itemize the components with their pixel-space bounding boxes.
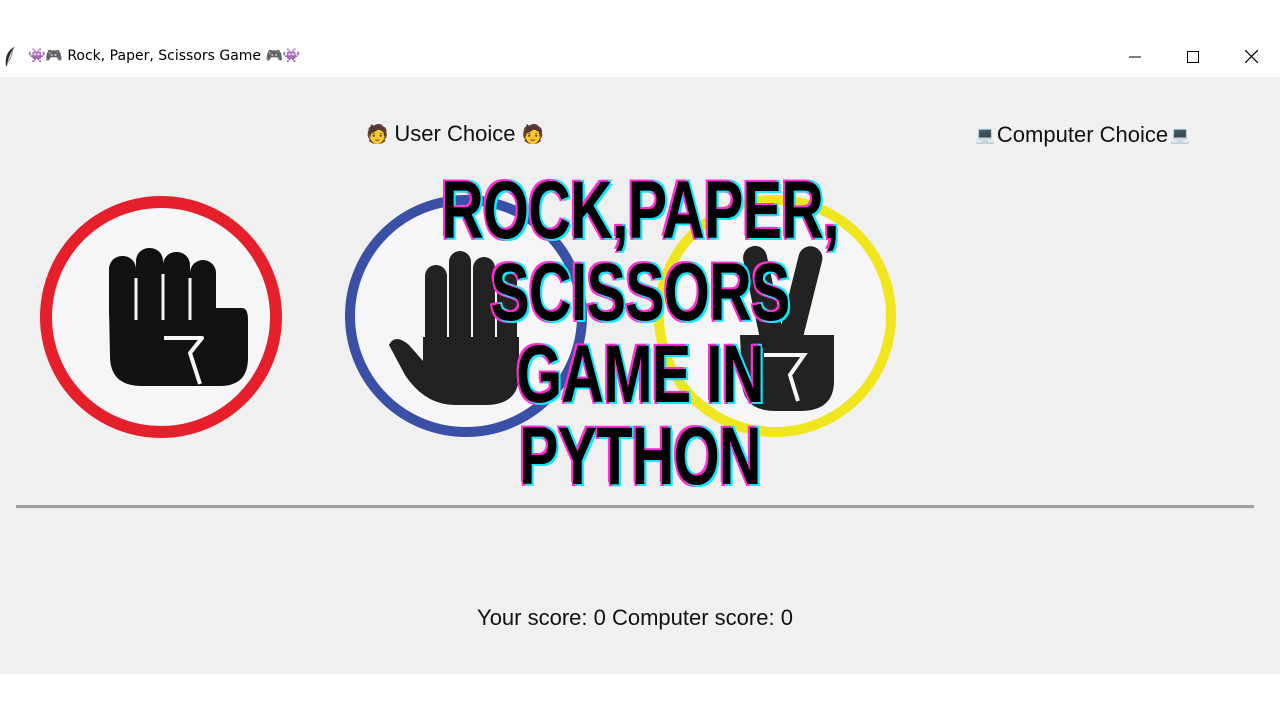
maximize-button[interactable] [1164, 36, 1222, 77]
computer-choice-text: Computer Choice [996, 122, 1169, 147]
minimize-icon [1129, 56, 1141, 57]
user-choice-label: 🧑 User Choice 🧑 [366, 121, 544, 147]
maximize-icon [1187, 50, 1199, 63]
window-titlebar[interactable]: 👾🎮 Rock, Paper, Scissors Game 🎮👾 [0, 36, 1280, 77]
overlay-line-3: GAME IN [516, 329, 764, 420]
overlay-line-2: SCISSORS [490, 247, 790, 338]
rock-button[interactable] [40, 196, 282, 438]
overlay-line-1: ROCK,PAPER, [441, 165, 839, 256]
computer-choice-label: 💻 Computer Choice 💻 [975, 122, 1190, 148]
close-icon [1244, 50, 1258, 63]
laptop-icon-right: 💻 [1170, 127, 1191, 144]
score-text: Your score: 0 Computer score: 0 [477, 605, 793, 630]
window-title: 👾🎮 Rock, Paper, Scissors Game 🎮👾 [28, 48, 301, 64]
minimize-button[interactable] [1106, 36, 1164, 77]
overlay-title: ROCK,PAPER, SCISSORS GAME IN PYTHON [424, 170, 856, 498]
close-button[interactable] [1222, 36, 1280, 77]
overlay-line-4: PYTHON [519, 411, 761, 502]
laptop-icon: 💻 [975, 127, 995, 144]
divider-line [16, 505, 1254, 509]
user-emoji-icon-right: 🧑 [521, 123, 544, 144]
user-emoji-icon: 🧑 [366, 123, 389, 144]
user-choice-text: User Choice [394, 121, 516, 146]
fist-icon [109, 248, 248, 386]
feather-icon [3, 46, 17, 73]
